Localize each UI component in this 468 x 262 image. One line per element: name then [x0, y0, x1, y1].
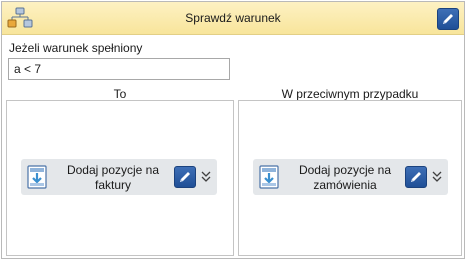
branch-then-title: To	[113, 87, 127, 101]
action-label: Dodaj pozycje na zamówienia	[283, 163, 407, 193]
action-label: Dodaj pozycje na faktury	[51, 163, 175, 193]
edit-action-button[interactable]	[405, 166, 427, 188]
document-download-icon	[259, 165, 279, 189]
block-title: Sprawdź warunek	[185, 11, 281, 25]
pencil-icon	[411, 172, 421, 182]
action-add-to-invoices[interactable]: Dodaj pozycje na faktury	[21, 159, 217, 195]
action-label-line1: Dodaj pozycje na	[298, 163, 392, 177]
action-add-to-orders[interactable]: Dodaj pozycje na zamówienia	[253, 159, 448, 195]
action-label-line2: faktury	[94, 178, 131, 192]
action-label-line2: zamówienia	[313, 178, 377, 192]
pencil-icon	[180, 172, 190, 182]
condition-label: Jeżeli warunek spełniony	[9, 41, 143, 55]
edit-condition-button[interactable]	[437, 8, 459, 30]
document-download-icon	[27, 165, 47, 189]
action-label-line1: Dodaj pozycje na	[66, 163, 160, 177]
branch-else-title: W przeciwnym przypadku	[281, 87, 419, 101]
pencil-icon	[443, 14, 453, 24]
condition-block: Sprawdź warunek Jeżeli warunek spełniony…	[1, 1, 465, 259]
condition-input[interactable]	[8, 58, 230, 80]
double-chevron-down-icon[interactable]	[200, 169, 212, 185]
block-header: Sprawdź warunek	[2, 2, 464, 35]
double-chevron-down-icon[interactable]	[431, 169, 443, 185]
edit-action-button[interactable]	[174, 166, 196, 188]
